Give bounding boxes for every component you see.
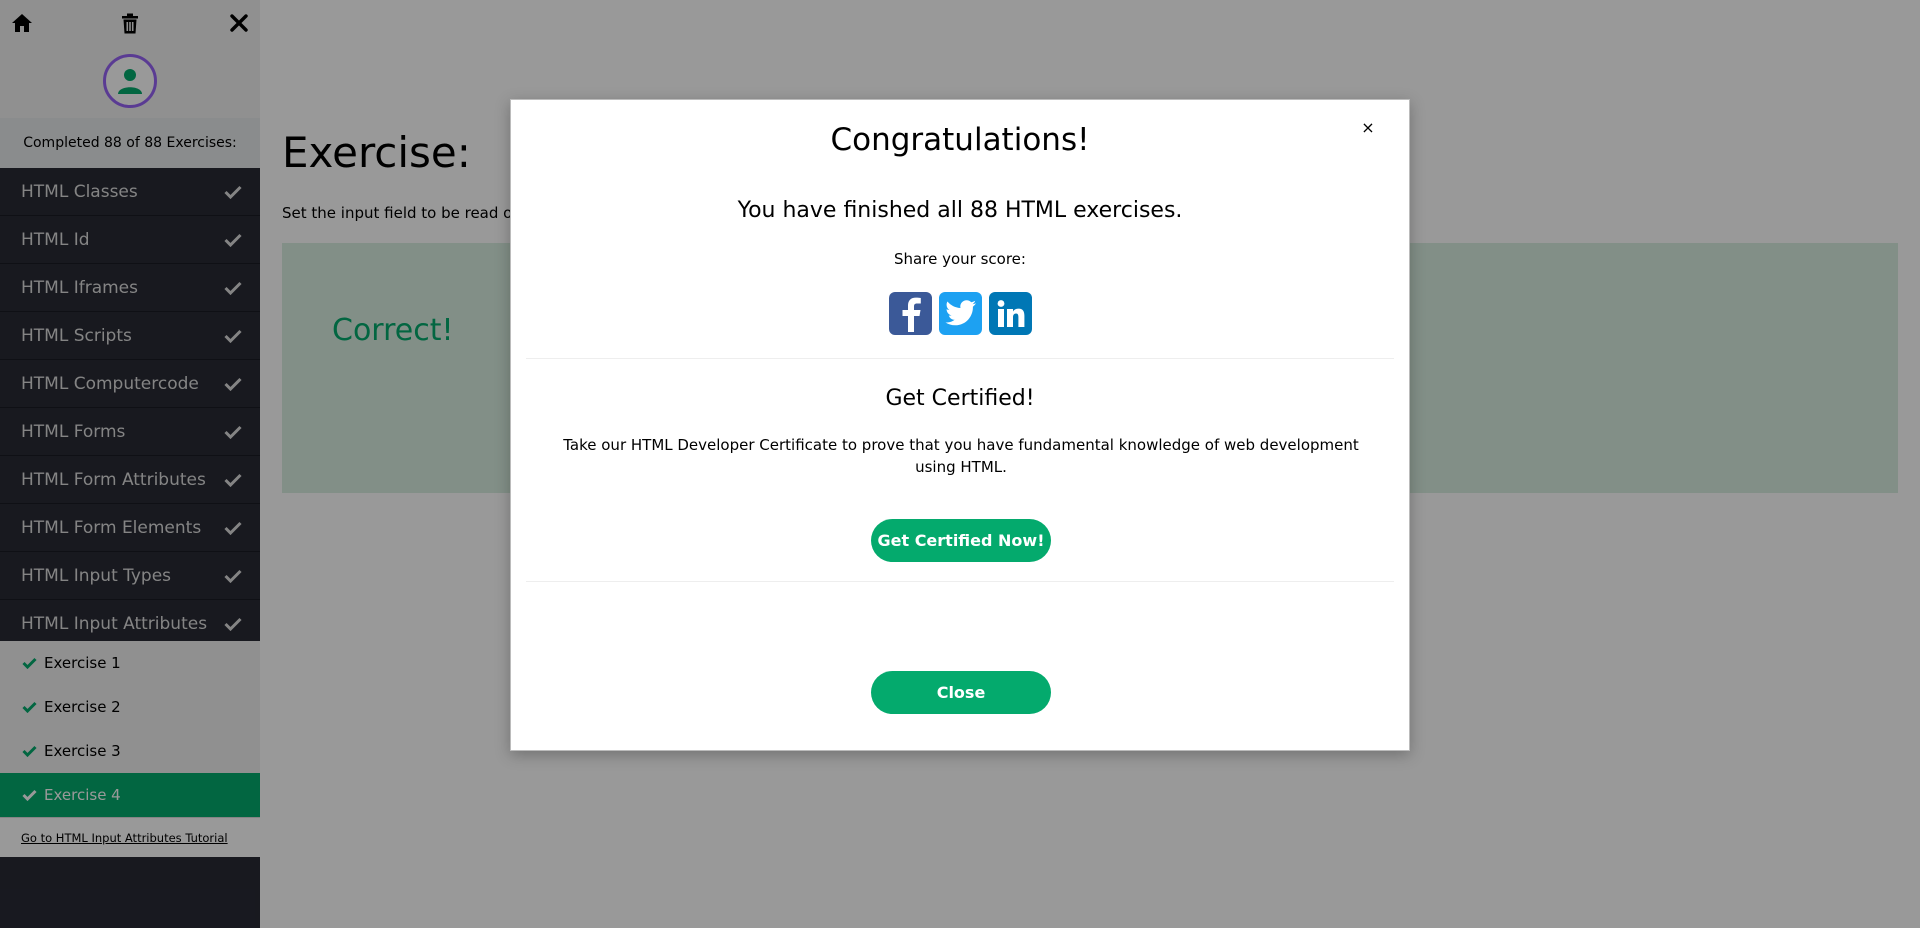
congratulations-modal: × Congratulations! You have finished all… — [510, 99, 1410, 751]
finished-message: You have finished all 88 HTML exercises. — [737, 198, 1183, 223]
certificate-description: Take our HTML Developer Certificate to p… — [563, 436, 1359, 476]
share-label: Share your score: — [894, 250, 1026, 268]
social-buttons — [889, 292, 1032, 335]
get-certified-button[interactable]: Get Certified Now! — [871, 519, 1051, 562]
divider — [526, 358, 1394, 359]
get-certified-heading: Get Certified! — [885, 386, 1035, 411]
divider — [526, 581, 1394, 582]
modal-title: Congratulations! — [830, 122, 1090, 158]
facebook-icon[interactable] — [889, 292, 932, 335]
twitter-icon[interactable] — [939, 292, 982, 335]
close-button[interactable]: Close — [871, 671, 1051, 714]
linkedin-icon[interactable] — [989, 292, 1032, 335]
